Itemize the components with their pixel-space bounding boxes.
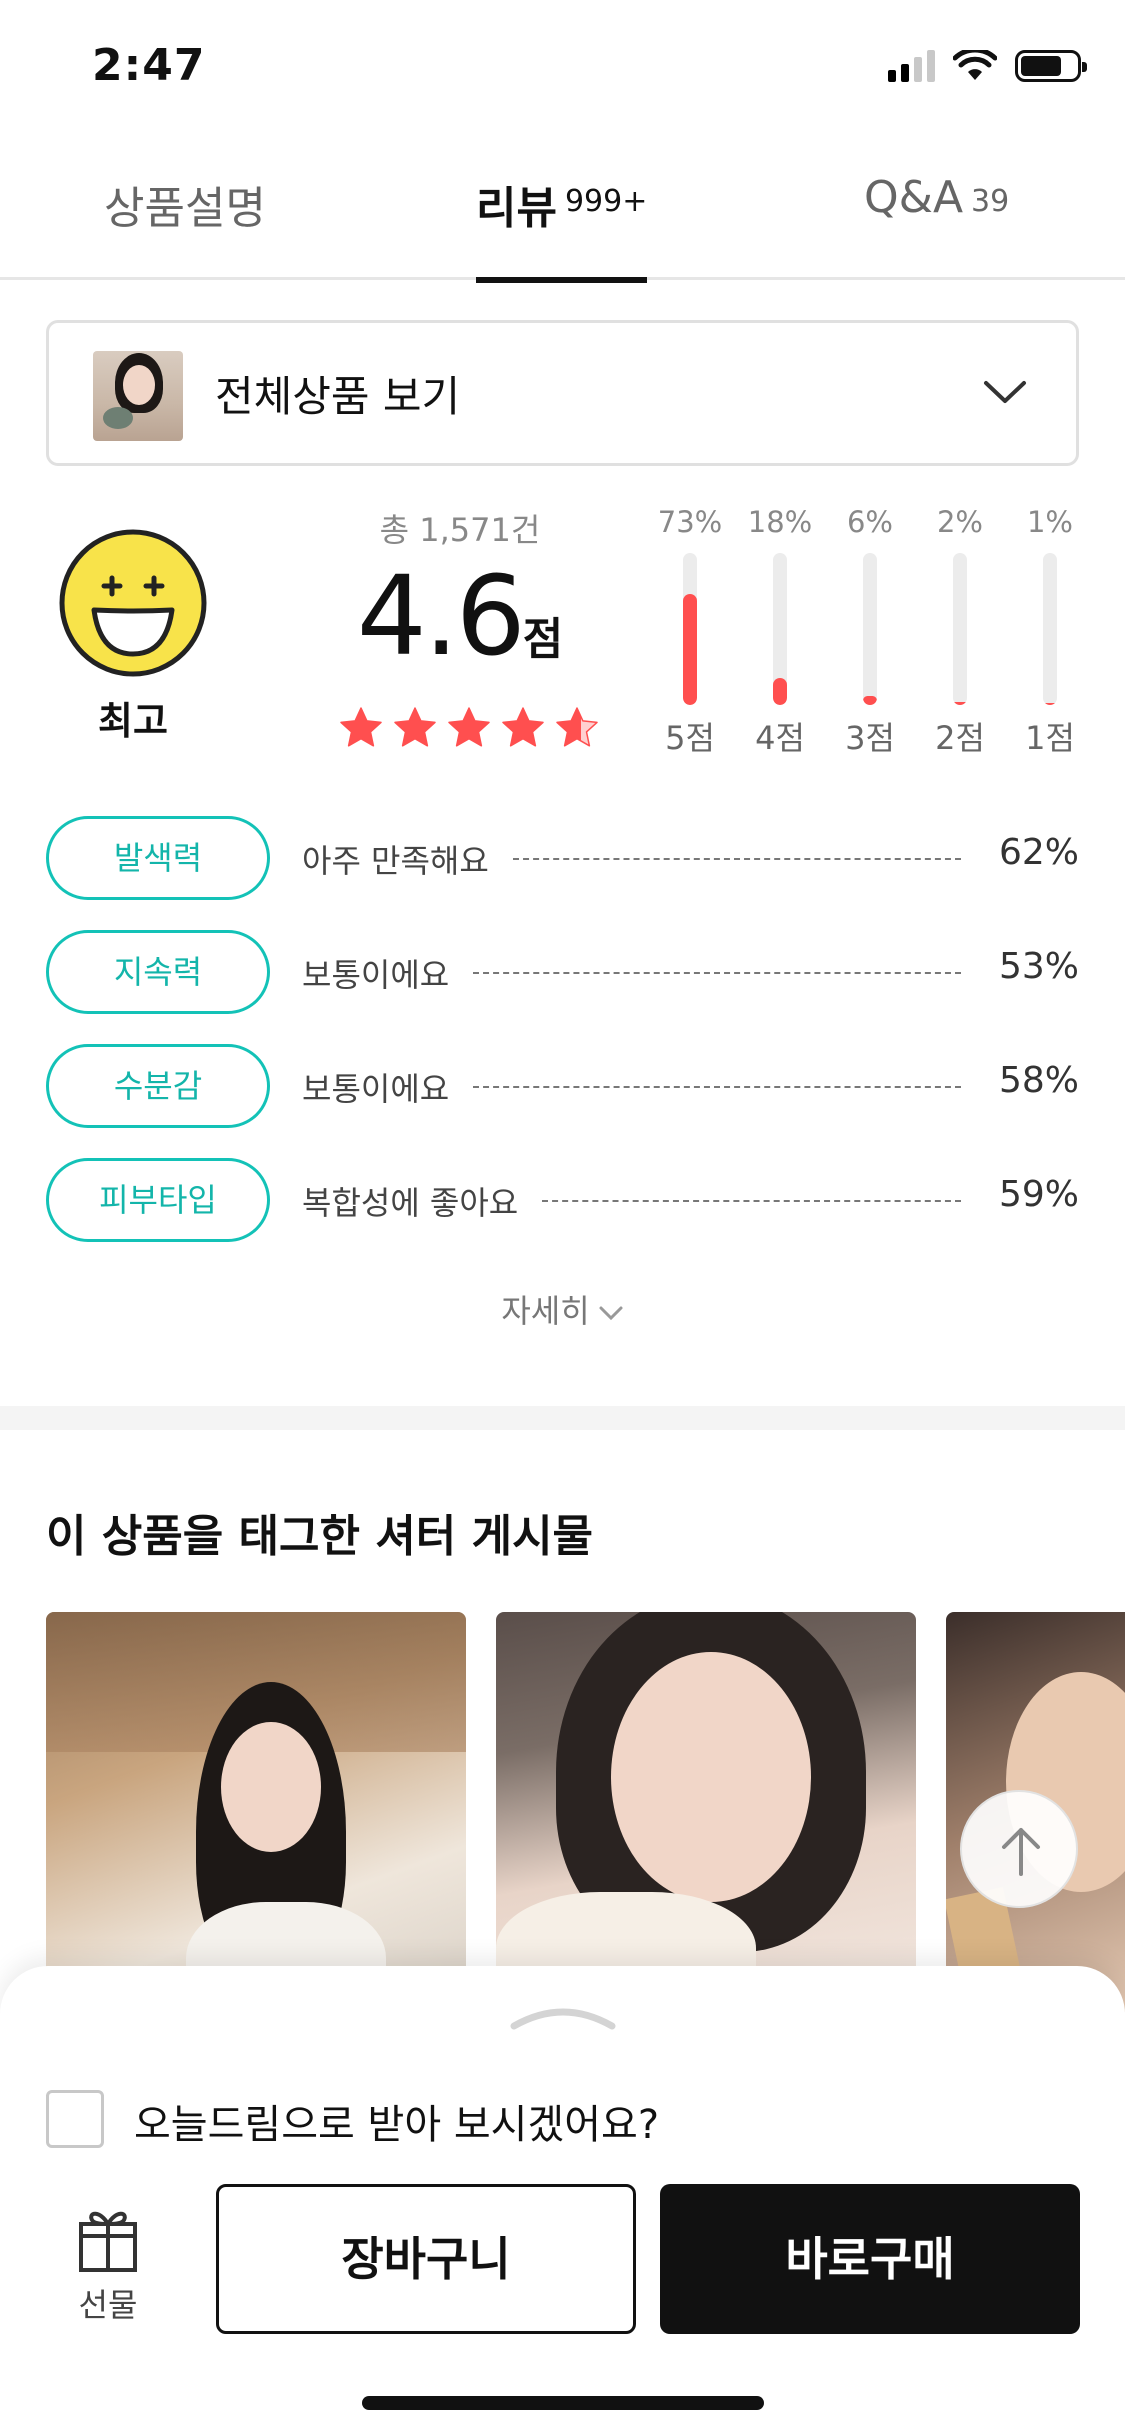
average-score: 4.6점 [330, 552, 590, 680]
attribute-pill: 지속력 [46, 930, 270, 1014]
score-bar-track [953, 553, 967, 705]
score-distribution: 73% 5점 18% 4점 6% 3점 2% 2점 1% 1점 [650, 505, 1090, 765]
score-unit: 점 [522, 614, 564, 665]
add-to-cart-button[interactable]: 장바구니 [216, 2184, 636, 2334]
attribute-pill: 발색력 [46, 816, 270, 900]
buy-now-button[interactable]: 바로구매 [660, 2184, 1080, 2334]
section-divider [0, 1406, 1125, 1430]
score-bar-track [773, 553, 787, 705]
attribute-value: 복합성에 좋아요 [302, 1184, 519, 1222]
sheet-handle-icon[interactable] [510, 2002, 616, 2032]
gift-button[interactable]: 선물 [50, 2206, 166, 2326]
home-indicator [362, 2396, 764, 2410]
score-bar-percent: 2% [936, 505, 983, 539]
tab-qna[interactable]: Q&A 39 [864, 172, 1009, 280]
score-bar-fill [773, 677, 787, 705]
score-bar-fill [953, 701, 967, 705]
score-number: 4.6 [356, 552, 526, 680]
arrow-up-icon [1002, 1828, 1040, 1876]
score-bar-fill [863, 695, 877, 705]
active-tab-indicator [476, 277, 648, 283]
status-icons [888, 50, 1087, 82]
cellular-signal-icon [888, 50, 935, 82]
attribute-row: 지속력 보통이에요 53% [46, 930, 1079, 1014]
attribute-percent: 62% [998, 832, 1079, 873]
tab-label: Q&A [864, 172, 964, 223]
score-bar-2: 2% 2점 [920, 505, 1000, 759]
score-bar-track [683, 553, 697, 705]
purchase-bottom-sheet: 오늘드림으로 받아 보시겠어요? 선물 장바구니 바로구매 [0, 1966, 1125, 2436]
attribute-row: 피부타입 복합성에 좋아요 59% [46, 1158, 1079, 1242]
attribute-percent: 58% [998, 1060, 1079, 1101]
star-icon [502, 707, 544, 747]
attribute-leader-line [473, 1086, 961, 1088]
score-bar-5: 73% 5점 [650, 505, 730, 759]
score-bar-track [1043, 553, 1057, 705]
attribute-leader-line [473, 972, 961, 974]
scroll-to-top-button[interactable] [960, 1790, 1078, 1908]
score-bar-3: 6% 3점 [830, 505, 910, 759]
tab-count: 39 [971, 184, 1010, 219]
selector-label: 전체상품 보기 [215, 372, 461, 421]
score-bar-label: 4점 [755, 719, 805, 757]
rating-grade-label: 최고 [98, 699, 168, 743]
attribute-row: 수분감 보통이에요 58% [46, 1044, 1079, 1128]
star-icon [394, 707, 436, 747]
score-bar-percent: 1% [1026, 505, 1073, 539]
attribute-value: 보통이에요 [302, 1070, 450, 1108]
attribute-percent: 59% [998, 1174, 1079, 1215]
tab-reviews[interactable]: 리뷰 999+ [476, 172, 648, 283]
status-time: 2:47 [92, 40, 206, 91]
score-bar-4: 18% 4점 [740, 505, 820, 759]
gift-icon [79, 2211, 137, 2272]
tab-count: 999+ [564, 184, 648, 219]
section-title: 이 상품을 태그한 셔터 게시물 [46, 1511, 594, 1562]
attribute-value: 보통이에요 [302, 956, 450, 994]
tab-bar: 상품설명 리뷰 999+ Q&A 39 [0, 150, 1125, 283]
tab-label: 상품설명 [104, 183, 266, 234]
tab-product-description[interactable]: 상품설명 [104, 172, 266, 280]
today-delivery-checkbox[interactable] [46, 2090, 104, 2148]
score-bar-track [863, 553, 877, 705]
attribute-pill: 피부타입 [46, 1158, 270, 1242]
today-delivery-label[interactable]: 오늘드림으로 받아 보시겠어요? [134, 2092, 659, 2150]
attribute-leader-line [542, 1200, 961, 1202]
product-option-selector[interactable]: 전체상품 보기 [46, 320, 1079, 466]
best-rating-face-icon [59, 529, 207, 677]
score-bar-label: 3점 [845, 719, 895, 757]
tab-label: 리뷰 [476, 183, 557, 234]
more-details-button[interactable]: 자세히 [0, 1286, 1125, 1332]
shutter-post-image[interactable] [496, 1612, 916, 2012]
score-bar-label: 5점 [665, 719, 715, 757]
star-icon [556, 707, 598, 747]
status-bar: 2:47 [0, 0, 1125, 140]
score-bar-fill [683, 594, 697, 705]
score-bar-percent: 73% [657, 505, 723, 539]
star-icon [340, 707, 382, 747]
star-icon [448, 707, 490, 747]
attribute-row: 발색력 아주 만족해요 62% [46, 816, 1079, 900]
more-label: 자세히 [501, 1292, 590, 1330]
product-thumbnail [93, 351, 183, 441]
score-bar-percent: 18% [747, 505, 813, 539]
review-total-count: 총 1,571건 [379, 511, 541, 549]
score-bar-label: 2점 [935, 719, 985, 757]
attribute-percent: 53% [998, 946, 1079, 987]
shutter-post-image[interactable] [46, 1612, 466, 2012]
chevron-down-icon [984, 381, 1026, 403]
score-bar-1: 1% 1점 [1010, 505, 1090, 759]
attribute-leader-line [513, 858, 961, 860]
attribute-value: 아주 만족해요 [302, 842, 489, 880]
battery-icon [1015, 50, 1087, 82]
chevron-down-icon [599, 1306, 623, 1321]
gift-label: 선물 [78, 2286, 138, 2324]
wifi-icon [953, 50, 997, 80]
score-bar-label: 1점 [1025, 719, 1075, 757]
score-bar-fill [1043, 702, 1057, 705]
attribute-pill: 수분감 [46, 1044, 270, 1128]
star-rating [338, 705, 600, 751]
score-bar-percent: 6% [846, 505, 893, 539]
